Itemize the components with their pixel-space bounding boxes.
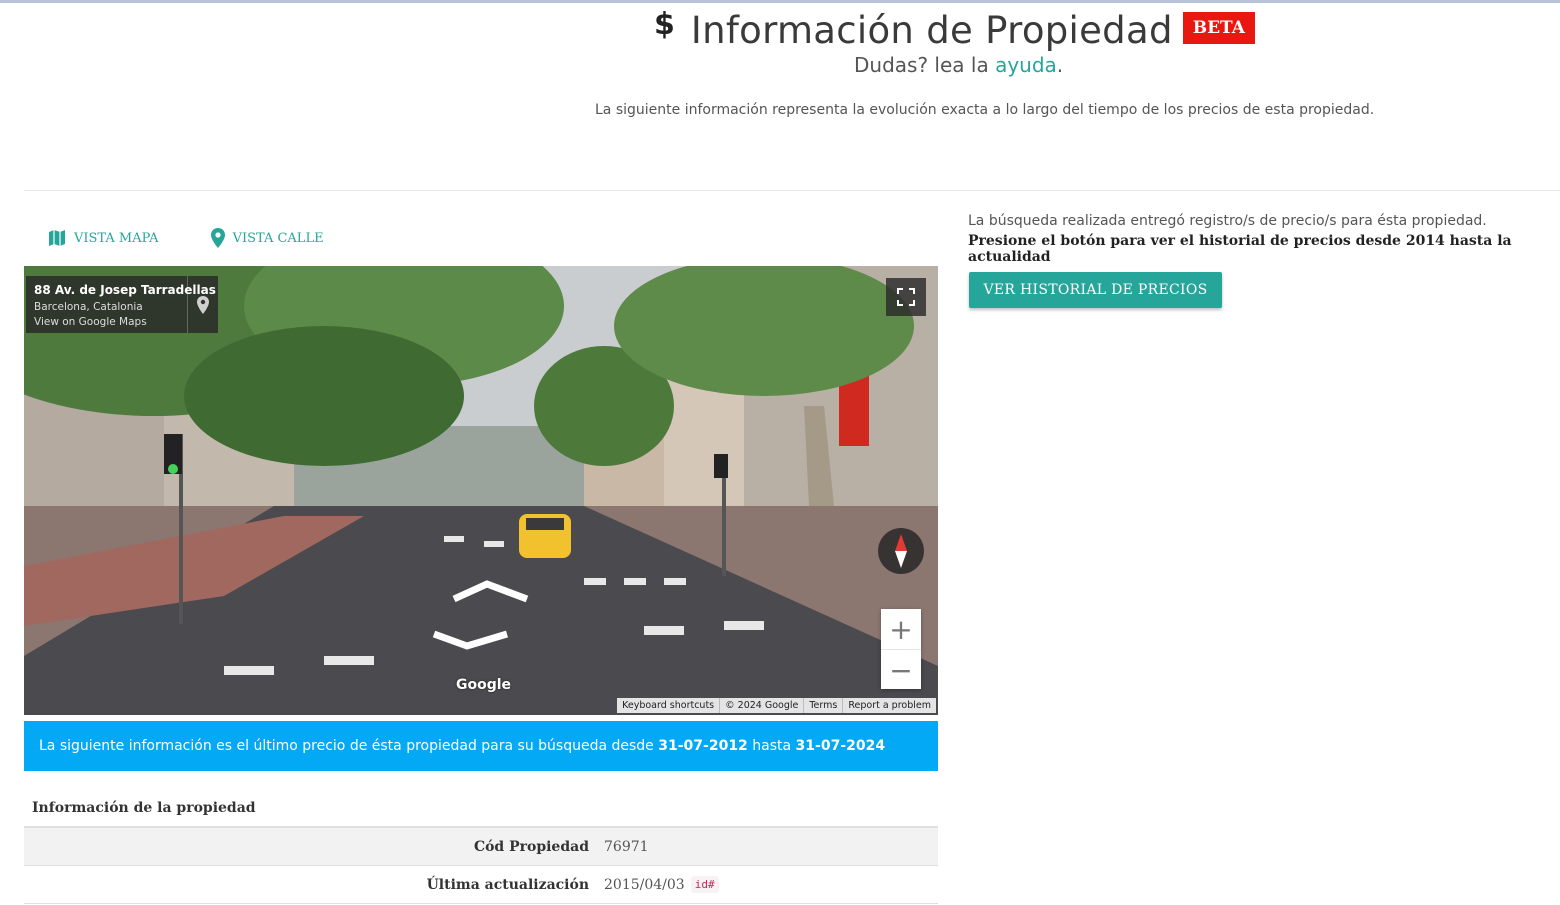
report-problem-link[interactable]: Report a problem: [842, 698, 936, 713]
fullscreen-button[interactable]: [886, 278, 926, 316]
id-tag: id#: [690, 876, 719, 893]
table-row: Última actualización 2015/04/03 id#: [24, 866, 938, 904]
title-row: $ Información de Propiedad BETA: [654, 6, 1255, 52]
view-price-history-button[interactable]: VER HISTORIAL DE PRECIOS: [969, 272, 1222, 308]
zoom-out-button[interactable]: −: [881, 650, 921, 690]
page-description: La siguiente información representa la e…: [595, 102, 1375, 118]
date-from: 31-07-2012: [658, 738, 748, 754]
row-value: 2015/04/03 id#: [604, 876, 719, 893]
last-update-value: 2015/04/03: [604, 876, 685, 893]
location-pin-icon: [210, 228, 225, 248]
property-info-heading: Información de la propiedad: [24, 790, 938, 828]
tab-street-view[interactable]: VISTA CALLE: [210, 220, 324, 256]
map-icon: [49, 230, 65, 246]
address-card: 88 Av. de Josep Tarradellas Barcelona, C…: [26, 276, 218, 333]
dollar-icon: $: [654, 6, 675, 42]
page-title: Información de Propiedad: [690, 8, 1173, 52]
subtitle-suffix: .: [1056, 53, 1064, 77]
address-city: Barcelona, Catalonia: [34, 301, 143, 313]
map-attribution: Keyboard shortcuts © 2024 Google Terms R…: [617, 698, 936, 713]
row-label: Última actualización: [426, 876, 589, 893]
compass-button[interactable]: [878, 528, 924, 574]
copyright-text: © 2024 Google: [719, 698, 803, 713]
row-label: Cód Propiedad: [473, 838, 589, 855]
search-range-text: La siguiente información es el último pr…: [24, 721, 938, 771]
history-instruction-text: Presione el botón para ver el historial …: [968, 233, 1512, 265]
search-result-text: La búsqueda realizada entregó registro/s…: [968, 213, 1487, 229]
subtitle-prefix: Dudas? lea la: [854, 53, 996, 77]
property-info-table: Información de la propiedad Cód Propieda…: [24, 790, 938, 904]
keyboard-shortcuts-link[interactable]: Keyboard shortcuts: [617, 698, 719, 713]
tab-map-view[interactable]: VISTA MAPA: [48, 220, 159, 256]
fullscreen-icon: [897, 288, 915, 306]
compass-icon: [895, 534, 907, 568]
tab-map-label: VISTA MAPA: [74, 230, 159, 246]
row-value: 76971: [604, 839, 649, 855]
beta-badge: BETA: [1182, 12, 1255, 44]
header-divider: [24, 190, 1560, 191]
browser-top-border: [0, 0, 1560, 3]
street-scene-image: [24, 266, 938, 715]
view-tabs: VISTA MAPA VISTA CALLE: [24, 220, 324, 256]
help-link[interactable]: ayuda: [995, 53, 1057, 77]
zoom-in-button[interactable]: +: [881, 609, 921, 649]
terms-link[interactable]: Terms: [803, 698, 842, 713]
map-pin-icon[interactable]: [187, 276, 218, 333]
street-view-panorama[interactable]: 88 Av. de Josep Tarradellas Barcelona, C…: [24, 266, 938, 715]
search-range-banner: La siguiente información es el último pr…: [24, 721, 938, 771]
zoom-controls: + −: [881, 609, 921, 689]
page-subtitle: Dudas? lea la ayuda.: [854, 53, 1063, 77]
google-logo: Google: [456, 677, 512, 693]
view-on-google-maps-link[interactable]: View on Google Maps: [34, 316, 147, 328]
banner-prefix: La siguiente información es el último pr…: [39, 738, 659, 754]
banner-middle: hasta: [747, 738, 796, 754]
property-code-value: 76971: [604, 838, 649, 855]
date-to: 31-07-2024: [795, 738, 886, 754]
tab-street-label: VISTA CALLE: [232, 230, 324, 246]
table-row: Cód Propiedad 76971: [24, 828, 938, 866]
